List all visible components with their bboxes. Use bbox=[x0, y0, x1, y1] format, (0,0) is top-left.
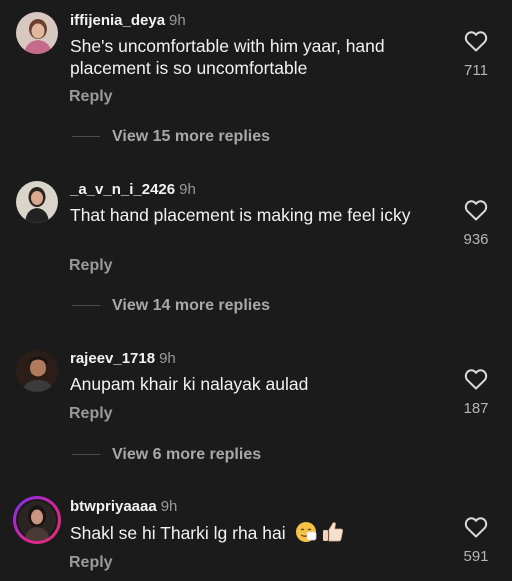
view-more-replies-label: View 14 more replies bbox=[112, 297, 271, 314]
avatar-image bbox=[16, 499, 58, 541]
comment-meta: _a_v_n_i_2426 9h bbox=[70, 181, 196, 199]
timestamp: 9h bbox=[159, 350, 176, 367]
heart-outline-icon bbox=[464, 369, 488, 390]
timestamp: 9h bbox=[160, 498, 178, 515]
like-count: 591 bbox=[463, 548, 489, 565]
username[interactable]: btwpriyaaaa bbox=[70, 498, 157, 515]
divider-line bbox=[72, 305, 100, 307]
avatar-with-story-ring[interactable] bbox=[13, 496, 61, 544]
like-count: 936 bbox=[463, 231, 489, 248]
view-more-replies-button[interactable]: View 15 more replies bbox=[72, 128, 270, 146]
comment-text: That hand placement is making me feel ic… bbox=[70, 205, 411, 225]
thumbs-up-emoji bbox=[321, 521, 345, 548]
reply-button[interactable]: Reply bbox=[69, 257, 113, 275]
reply-button[interactable]: Reply bbox=[69, 405, 113, 423]
username[interactable]: _a_v_n_i_2426 bbox=[70, 181, 175, 198]
username[interactable]: iffijenia_deya bbox=[70, 12, 165, 29]
comment-text: She's uncomfortable with him yaar, hand … bbox=[70, 36, 385, 78]
like-button[interactable] bbox=[461, 516, 491, 538]
avatar-image bbox=[16, 181, 58, 223]
divider-line bbox=[72, 454, 100, 456]
like-button[interactable] bbox=[461, 368, 491, 390]
view-more-replies-button[interactable]: View 14 more replies bbox=[72, 297, 270, 315]
comment-meta: rajeev_1718 9h bbox=[70, 350, 176, 368]
comment-text: Shakl se hi Tharki lg rha hai bbox=[70, 521, 430, 548]
divider-line bbox=[72, 136, 100, 138]
view-more-replies-label: View 15 more replies bbox=[112, 128, 271, 145]
reply-button[interactable]: Reply bbox=[69, 554, 113, 572]
like-button[interactable] bbox=[461, 30, 491, 52]
comment-text: Anupam khair ki nalayak aulad bbox=[70, 374, 309, 394]
view-more-replies-button[interactable]: View 6 more replies bbox=[72, 446, 261, 464]
heart-outline-icon bbox=[464, 517, 488, 538]
reply-button[interactable]: Reply bbox=[69, 88, 113, 106]
heart-outline-icon bbox=[464, 200, 488, 221]
avatar-image bbox=[16, 350, 58, 392]
sneezing-face-emoji bbox=[295, 521, 317, 548]
comment-text-content: Shakl se hi Tharki lg rha hai bbox=[70, 523, 286, 543]
like-count: 187 bbox=[463, 400, 489, 417]
comment-meta: iffijenia_deya 9h bbox=[70, 12, 186, 30]
username[interactable]: rajeev_1718 bbox=[70, 350, 155, 367]
avatar[interactable] bbox=[16, 350, 58, 392]
timestamp: 9h bbox=[169, 12, 186, 29]
like-count: 711 bbox=[464, 62, 488, 79]
like-button[interactable] bbox=[461, 199, 491, 221]
avatar[interactable] bbox=[16, 181, 58, 223]
avatar[interactable] bbox=[16, 12, 58, 54]
avatar bbox=[16, 499, 58, 541]
timestamp: 9h bbox=[179, 181, 196, 198]
avatar-image bbox=[16, 12, 58, 54]
view-more-replies-label: View 6 more replies bbox=[112, 446, 262, 463]
heart-outline-icon bbox=[464, 31, 488, 52]
comment-meta: btwpriyaaaa 9h bbox=[70, 498, 177, 516]
